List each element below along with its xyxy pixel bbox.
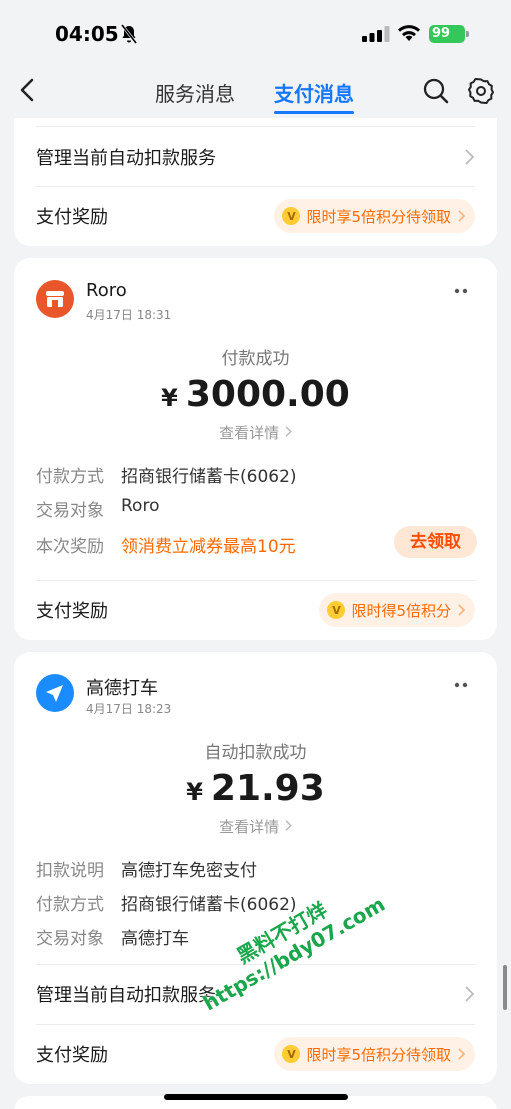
more-options-icon[interactable] bbox=[453, 288, 469, 294]
navigation-arrow-icon bbox=[46, 685, 63, 702]
card-auto-debit-top: 管理当前自动扣款服务 支付奖励 V 限时享5倍积分待领取 bbox=[14, 118, 497, 246]
field-counterparty: 交易对象 高德打车 bbox=[36, 924, 189, 949]
divider bbox=[36, 1024, 475, 1025]
coin-icon: V bbox=[282, 1045, 301, 1063]
more-options-icon[interactable] bbox=[453, 682, 469, 688]
manage-auto-debit-label: 管理当前自动扣款服务 bbox=[36, 985, 216, 1006]
manage-auto-debit-label: 管理当前自动扣款服务 bbox=[36, 148, 216, 169]
manage-auto-debit-row[interactable]: 管理当前自动扣款服务 bbox=[36, 140, 475, 174]
bell-off-icon bbox=[120, 24, 138, 44]
payment-reward-row[interactable]: 支付奖励 V 限时享5倍积分待领取 bbox=[36, 1037, 475, 1071]
divider bbox=[36, 964, 475, 965]
merchant-name: Roro bbox=[86, 280, 127, 301]
status-bar: 04:05 99 bbox=[0, 0, 511, 60]
field-debit-description: 扣款说明 高德打车免密支付 bbox=[36, 856, 257, 881]
field-key: 交易对象 bbox=[36, 501, 104, 521]
transaction-time: 4月17日 18:31 bbox=[86, 308, 172, 322]
chevron-right-icon bbox=[465, 149, 475, 165]
payment-reward-row[interactable]: 支付奖励 V 限时得5倍积分 bbox=[36, 593, 475, 627]
cellular-signal-icon bbox=[362, 26, 390, 42]
claim-button[interactable]: 去领取 bbox=[394, 526, 477, 558]
field-value: 高德打车免密支付 bbox=[121, 861, 257, 881]
shop-icon bbox=[46, 291, 64, 307]
reward-pill[interactable]: V 限时得5倍积分 bbox=[319, 593, 475, 627]
transaction-time: 4月17日 18:23 bbox=[86, 702, 172, 716]
wifi-icon bbox=[398, 25, 420, 41]
payment-amount: ¥3000.00 bbox=[14, 374, 497, 415]
reward-pill[interactable]: V 限时享5倍积分待领取 bbox=[274, 1037, 475, 1071]
search-icon[interactable] bbox=[422, 77, 450, 105]
nav-bar: 服务消息 支付消息 bbox=[0, 60, 511, 120]
roro-logo bbox=[36, 280, 74, 318]
chevron-right-icon bbox=[285, 820, 292, 831]
field-reward: 本次奖励 领消费立减券最高10元 bbox=[36, 532, 296, 557]
chevron-right-icon bbox=[458, 1048, 465, 1060]
field-key: 交易对象 bbox=[36, 929, 104, 949]
coin-icon: V bbox=[327, 601, 346, 619]
field-value: 招商银行储蓄卡(6062) bbox=[121, 895, 297, 915]
status-time: 04:05 bbox=[55, 22, 119, 46]
field-value: Roro bbox=[121, 496, 160, 516]
divider bbox=[36, 126, 475, 127]
view-details-link[interactable]: 查看详情 bbox=[14, 422, 497, 443]
reward-pill-text: 限时享5倍积分待领取 bbox=[306, 1045, 451, 1064]
field-value: 领消费立减券最高10元 bbox=[121, 537, 296, 557]
payment-status: 付款成功 bbox=[221, 349, 290, 369]
currency-symbol: ¥ bbox=[161, 384, 178, 412]
chevron-right-icon bbox=[458, 604, 465, 616]
scrollbar[interactable] bbox=[503, 965, 507, 1010]
tab-payment-messages[interactable]: 支付消息 bbox=[274, 78, 354, 114]
payment-status: 自动扣款成功 bbox=[204, 743, 307, 763]
battery-level: 99 bbox=[432, 26, 451, 41]
payment-amount: ¥21.93 bbox=[14, 768, 497, 809]
tab-service-messages[interactable]: 服务消息 bbox=[155, 78, 235, 114]
view-details-link[interactable]: 查看详情 bbox=[14, 816, 497, 837]
chevron-right-icon bbox=[285, 426, 292, 437]
amount-value: 3000.00 bbox=[185, 374, 350, 415]
field-value: 高德打车 bbox=[121, 929, 189, 949]
payment-reward-label: 支付奖励 bbox=[36, 601, 108, 622]
gear-icon[interactable] bbox=[467, 77, 495, 105]
battery-indicator: 99 bbox=[429, 25, 469, 43]
field-value: 招商银行储蓄卡(6062) bbox=[121, 467, 297, 487]
field-key: 扣款说明 bbox=[36, 861, 104, 881]
currency-symbol: ¥ bbox=[186, 778, 203, 806]
field-key: 付款方式 bbox=[36, 467, 104, 487]
chevron-right-icon bbox=[465, 986, 475, 1002]
back-arrow-icon[interactable] bbox=[14, 76, 42, 104]
view-details-label: 查看详情 bbox=[219, 424, 280, 442]
divider bbox=[36, 580, 475, 581]
reward-pill[interactable]: V 限时享5倍积分待领取 bbox=[274, 199, 475, 233]
payment-reward-label: 支付奖励 bbox=[36, 207, 108, 228]
home-indicator[interactable] bbox=[164, 1094, 348, 1100]
coin-icon: V bbox=[282, 207, 301, 225]
manage-auto-debit-row[interactable]: 管理当前自动扣款服务 bbox=[36, 977, 475, 1011]
payment-reward-row[interactable]: 支付奖励 V 限时享5倍积分待领取 bbox=[36, 199, 475, 233]
payment-card-roro: Roro 4月17日 18:31 付款成功 ¥3000.00 查看详情 付款方式… bbox=[14, 258, 497, 640]
field-counterparty: 交易对象 Roro bbox=[36, 496, 159, 521]
field-key: 本次奖励 bbox=[36, 537, 104, 557]
gaode-logo bbox=[36, 674, 74, 712]
field-payment-method: 付款方式 招商银行储蓄卡(6062) bbox=[36, 890, 297, 915]
reward-pill-text: 限时享5倍积分待领取 bbox=[306, 207, 451, 226]
divider bbox=[36, 186, 475, 187]
field-key: 付款方式 bbox=[36, 895, 104, 915]
payment-card-gaode: 高德打车 4月17日 18:23 自动扣款成功 ¥21.93 查看详情 扣款说明… bbox=[14, 652, 497, 1084]
merchant-name: 高德打车 bbox=[86, 678, 158, 699]
payment-reward-label: 支付奖励 bbox=[36, 1045, 108, 1066]
reward-pill-text: 限时得5倍积分 bbox=[351, 601, 451, 620]
field-payment-method: 付款方式 招商银行储蓄卡(6062) bbox=[36, 462, 297, 487]
amount-value: 21.93 bbox=[210, 768, 325, 809]
chevron-right-icon bbox=[458, 210, 465, 222]
view-details-label: 查看详情 bbox=[219, 818, 280, 836]
